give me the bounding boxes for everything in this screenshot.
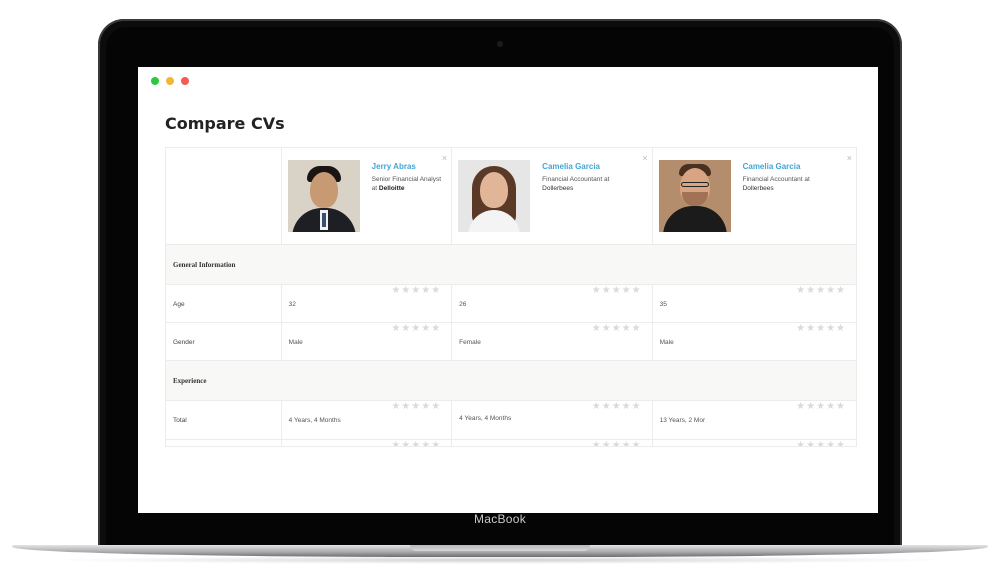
screen-bezel: Compare CVs Jerry Abras Senior Financial… (106, 27, 894, 551)
candidate-name[interactable]: Camelia Garcia (743, 162, 801, 171)
profiles-row: Jerry Abras Senior Financial Analyst at … (166, 148, 856, 245)
rating-stars[interactable]: ★★★★★ (592, 402, 642, 412)
app-window: Compare CVs Jerry Abras Senior Financial… (138, 67, 878, 513)
close-window-button[interactable] (181, 77, 189, 85)
candidate-role: Financial Accountant at Dollerbees (742, 176, 810, 192)
page-title: Compare CVs (165, 114, 285, 133)
candidate-card: Camelia Garcia Financial Accountant at D… (653, 148, 856, 244)
section-header: General Information (166, 245, 856, 285)
remove-candidate-icon[interactable]: × (847, 154, 852, 163)
cell-value: 4 Years, 4 Months (288, 417, 341, 424)
cell-value: 26 (459, 301, 467, 308)
row-label: Age (173, 301, 185, 308)
cell-value: 32 (288, 301, 296, 308)
camera-icon (497, 41, 503, 47)
rating-stars[interactable]: ★★★★★ (592, 441, 642, 447)
row-label: Total (173, 417, 187, 424)
cell-value: 35 (659, 301, 667, 308)
candidate-role: Financial Accountant at Dollerbees (542, 176, 610, 192)
rating-stars[interactable]: ★★★★★ (796, 286, 846, 296)
rating-stars[interactable]: ★★★★★ (391, 402, 441, 412)
minimize-button[interactable] (166, 77, 174, 85)
laptop-notch (410, 545, 590, 551)
cell-value: Female (459, 339, 481, 346)
rating-stars[interactable]: ★★★★★ (796, 324, 846, 334)
section-title: General Information (173, 261, 236, 269)
cell-value: Male (288, 339, 303, 346)
candidate-role: Senior Financial Analyst at Delloitte (371, 176, 442, 192)
remove-candidate-icon[interactable]: × (442, 154, 447, 163)
section-header: Experience (166, 361, 856, 401)
rating-stars[interactable]: ★★★★★ (391, 441, 441, 447)
device-label: MacBook (473, 512, 527, 526)
maximize-button[interactable] (151, 77, 159, 85)
rating-stars[interactable]: ★★★★★ (796, 402, 846, 412)
rating-stars[interactable]: ★★★★★ (592, 286, 642, 296)
cell-value: Male (659, 339, 674, 346)
candidate-card: Jerry Abras Senior Financial Analyst at … (282, 148, 453, 244)
candidate-photo[interactable] (458, 160, 531, 232)
window-controls (151, 77, 189, 85)
row-label: Gender (173, 339, 195, 346)
cell-value: 13 Years, 2 Mor (659, 417, 706, 424)
cell-value: 4 Years, 4 Months (459, 415, 512, 422)
table-row: Age ★★★★★ 32 ★★★★★ 26 ★★★★★ 35 (166, 285, 856, 323)
rating-stars[interactable]: ★★★★★ (391, 286, 441, 296)
table-row: Gender ★★★★★ Male ★★★★★ Female ★★★★★ Mal… (166, 323, 856, 361)
comparison-table: Jerry Abras Senior Financial Analyst at … (165, 147, 857, 447)
candidate-photo[interactable] (658, 160, 731, 232)
table-row: Total ★★★★★ 4 Years, 4 Months ★★★★★ 4 Ye… (166, 401, 856, 440)
candidate-card: Camelia Garcia Financial Accountant at D… (452, 148, 653, 244)
candidate-photo[interactable] (287, 160, 360, 232)
candidate-name[interactable]: Jerry Abras (372, 162, 416, 171)
table-row: ★★★★★ ★★★★★ ★★★★★ (166, 440, 856, 447)
rating-stars[interactable]: ★★★★★ (592, 324, 642, 334)
candidate-name[interactable]: Camelia Garcia (542, 162, 600, 171)
section-title: Experience (173, 377, 207, 385)
rating-stars[interactable]: ★★★★★ (391, 324, 441, 334)
laptop-shadow (40, 556, 960, 564)
laptop-lid: Compare CVs Jerry Abras Senior Financial… (98, 19, 902, 551)
remove-candidate-icon[interactable]: × (642, 154, 647, 163)
rating-stars[interactable]: ★★★★★ (796, 441, 846, 447)
profiles-label-cell (166, 148, 282, 244)
